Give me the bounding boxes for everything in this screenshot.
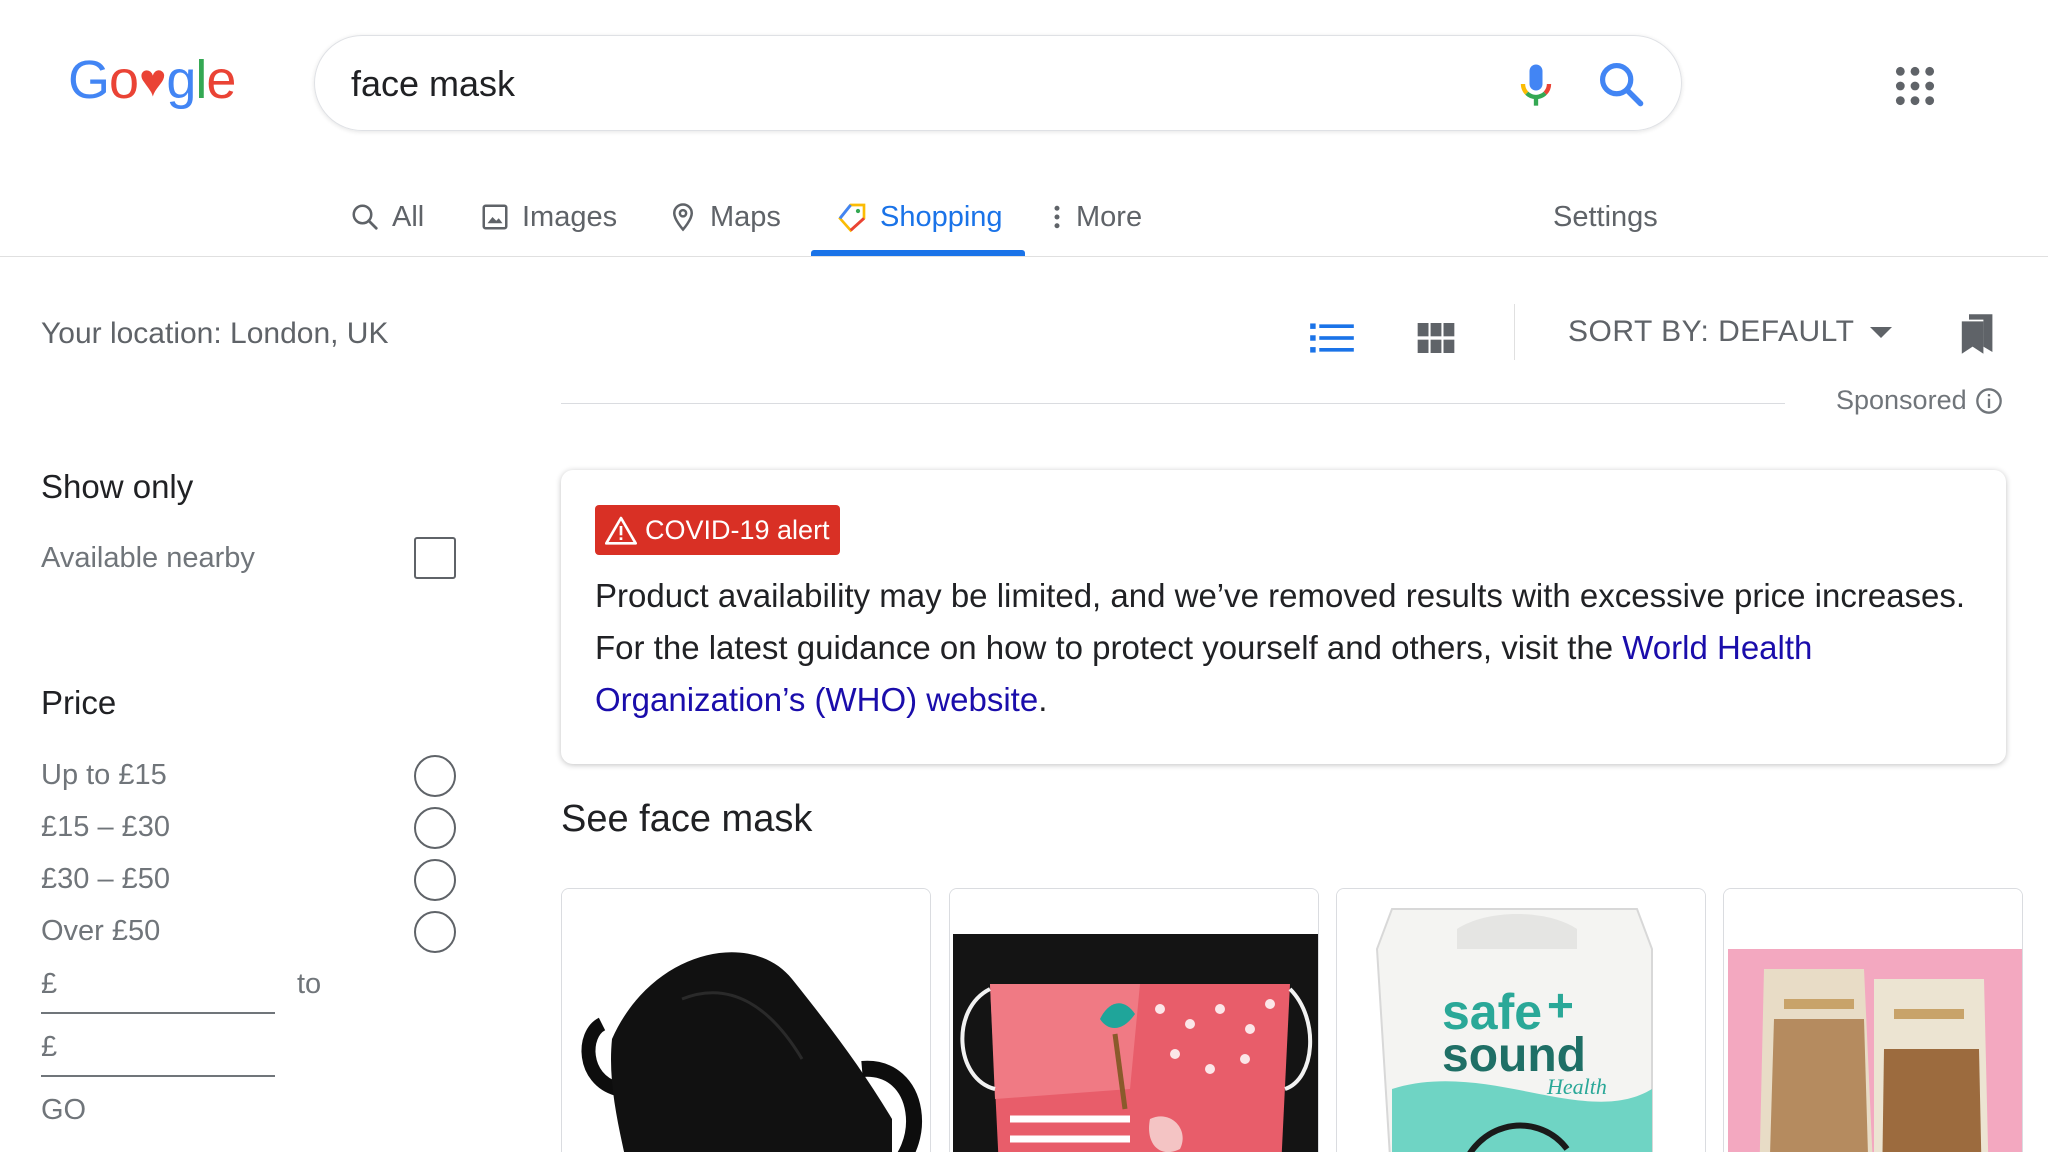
price-to-label: to: [297, 968, 322, 1000]
settings-link[interactable]: Settings: [1553, 178, 1658, 256]
alert-badge-label: COVID-19 alert: [645, 514, 830, 545]
safe-sound-mask-box-image: safe + sound Health: [1337, 889, 1705, 1152]
logo-letter: e: [206, 50, 236, 110]
sort-label: SORT BY: DEFAULT: [1568, 315, 1855, 348]
google-doodle-logo[interactable]: G o ♥ g l e: [68, 50, 236, 110]
sponsored-label[interactable]: Sponsored: [1836, 385, 2003, 416]
logo-letter: l: [195, 50, 207, 110]
max-price-field[interactable]: £: [41, 1025, 275, 1077]
tab-label: Maps: [710, 200, 781, 233]
sponsored-text: Sponsored: [1836, 385, 1967, 415]
warning-icon: [605, 516, 637, 545]
search-input[interactable]: [351, 58, 1451, 110]
search-tabs: All Images Maps Shopping More: [0, 178, 2048, 257]
heart-icon: ♥: [139, 54, 166, 106]
product-card[interactable]: [561, 888, 931, 1152]
location-text: Your location: London, UK: [41, 317, 389, 350]
price-option-label: £30 – £50: [41, 863, 171, 895]
search-box: [314, 35, 1682, 131]
active-tab-indicator: [811, 250, 1025, 256]
floral-face-mask-image: [950, 889, 1318, 1152]
price-option-label: Over £50: [41, 915, 161, 947]
tab-label: More: [1076, 200, 1143, 233]
list-view-icon[interactable]: [1310, 318, 1354, 358]
product-card[interactable]: [949, 888, 1319, 1152]
price-option-label: £15 – £30: [41, 811, 171, 843]
plus-icon: +: [1547, 979, 1574, 1031]
tab-more[interactable]: More: [1050, 178, 1142, 256]
tab-label: Images: [522, 200, 618, 233]
covid-alert-badge: COVID-19 alert: [595, 505, 840, 555]
microphone-icon[interactable]: [1510, 58, 1562, 110]
apps-grid-icon[interactable]: [1893, 64, 1937, 108]
currency-symbol: £: [41, 1031, 58, 1063]
grid-view-icon[interactable]: [1416, 318, 1456, 358]
show-only-heading: Show only: [41, 468, 194, 505]
alert-message: Product availability may be limited, and…: [595, 570, 1985, 726]
available-nearby-checkbox[interactable]: [414, 537, 456, 579]
map-pin-icon: [672, 203, 694, 232]
bookmarks-icon[interactable]: [1960, 312, 1996, 356]
product-card[interactable]: safe + sound Health: [1336, 888, 1706, 1152]
results-heading: See face mask: [561, 798, 813, 840]
tab-label: All: [392, 200, 425, 233]
tab-all[interactable]: All: [350, 178, 424, 256]
herbal-pouches-image: [1724, 889, 2022, 1152]
product-card[interactable]: [1723, 888, 2023, 1152]
tab-shopping[interactable]: Shopping: [836, 178, 1003, 256]
image-icon: [482, 204, 508, 230]
currency-symbol: £: [41, 968, 58, 1000]
info-icon: [1975, 387, 2002, 414]
logo-letter: g: [166, 50, 196, 110]
min-price-field[interactable]: £: [41, 962, 275, 1014]
tab-label: Shopping: [880, 200, 1003, 233]
covid-alert-card: COVID-19 alert Product availability may …: [561, 470, 2006, 764]
price-heading: Price: [41, 684, 117, 721]
price-option-label: Up to £15: [41, 759, 167, 791]
search-icon: [352, 204, 378, 230]
alert-period: .: [1038, 681, 1048, 718]
logo-letter: o: [109, 50, 139, 110]
price-radio-over-50[interactable]: [414, 911, 456, 953]
black-face-mask-image: [562, 889, 930, 1152]
price-radio-15-30[interactable]: [414, 807, 456, 849]
tab-maps[interactable]: Maps: [668, 178, 781, 256]
logo-letter: G: [68, 50, 110, 110]
health-text: Health: [1546, 1074, 1607, 1099]
more-vert-icon: [1054, 205, 1060, 229]
google-shopping-page: G o ♥ g l e face mask All Images Maps Sh…: [0, 0, 2048, 1152]
toolbar-divider: [1514, 304, 1515, 360]
available-nearby-label: Available nearby: [41, 542, 255, 574]
caret-down-icon: [1870, 326, 1893, 338]
search-icon[interactable]: [1595, 58, 1647, 110]
tag-icon: [838, 203, 866, 233]
price-go-button[interactable]: GO: [41, 1094, 86, 1127]
price-radio-up-to-15[interactable]: [414, 755, 456, 797]
results-divider: [561, 403, 1785, 404]
sort-dropdown[interactable]: SORT BY: DEFAULT: [1568, 315, 1893, 349]
tab-images[interactable]: Images: [480, 178, 617, 256]
price-radio-30-50[interactable]: [414, 859, 456, 901]
